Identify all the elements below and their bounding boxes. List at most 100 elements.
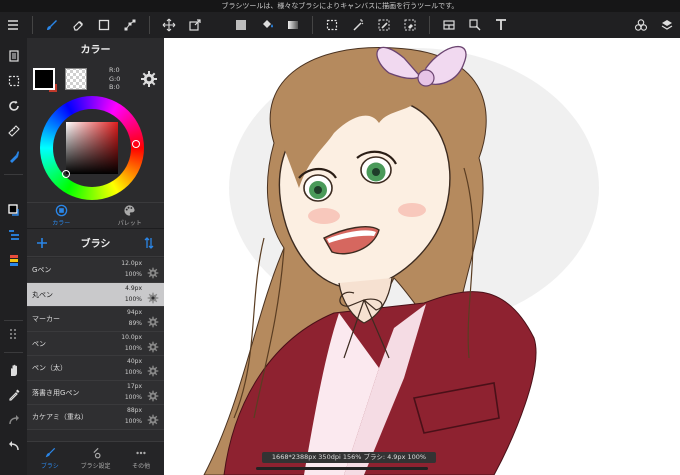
tab-more-label: その他	[132, 463, 151, 470]
brush-name: ペン（太）	[32, 364, 67, 372]
ruler-icon[interactable]	[0, 119, 27, 143]
text-icon[interactable]	[488, 12, 514, 38]
brush-item[interactable]: 落書き用Gペン 17px 100%	[27, 380, 164, 405]
brush-item[interactable]: カケアミ（重ね） 88px 100%	[27, 405, 164, 430]
brush-gear-icon[interactable]	[147, 313, 159, 328]
artwork-illustration	[203, 46, 599, 475]
brush-size: 17px	[127, 382, 142, 390]
brush-panel-title: ブラシ	[80, 239, 111, 250]
brush-size: 12.0px	[121, 260, 142, 267]
export-icon[interactable]	[182, 12, 208, 38]
transform-nodes-icon[interactable]	[117, 12, 143, 38]
brush-list-icon[interactable]	[0, 223, 27, 247]
rotate-icon[interactable]	[0, 94, 27, 118]
brush-item[interactable]: 丸ペン 4.9px 100%	[27, 282, 164, 307]
hue-knob[interactable]	[132, 140, 140, 148]
add-brush-plus-icon[interactable]	[35, 236, 49, 250]
color-settings-gear-icon[interactable]	[140, 70, 158, 88]
tab-color-label: カラー	[52, 220, 71, 227]
layer-colors-icon[interactable]	[0, 248, 27, 272]
fill-color-icon[interactable]	[228, 12, 254, 38]
brush-gear-icon[interactable]	[147, 264, 159, 279]
hand-icon[interactable]	[0, 358, 27, 382]
brush-gear-icon[interactable]	[147, 411, 159, 426]
tab-more[interactable]: その他	[118, 442, 164, 475]
move-icon[interactable]	[156, 12, 182, 38]
color-panel-title: カラー	[80, 45, 111, 56]
brush-gear-icon[interactable]	[147, 387, 159, 401]
color-swatch-icon[interactable]	[0, 198, 27, 222]
fill-drop-icon[interactable]	[0, 144, 27, 168]
layout-icon[interactable]	[436, 12, 462, 38]
selection-icon[interactable]	[0, 69, 27, 93]
selection-rect-icon[interactable]	[319, 12, 345, 38]
square-tool-icon[interactable]	[91, 12, 117, 38]
tab-brush-settings[interactable]: ブラシ設定	[73, 442, 119, 475]
hue-wheel[interactable]	[40, 96, 144, 200]
brush-bottom-tabs: ブラシ ブラシ設定 その他	[27, 441, 164, 475]
text-transform-icon[interactable]	[462, 12, 488, 38]
brush-item[interactable]: Gペン 12.0px 100%	[27, 258, 164, 283]
top-toolbar	[0, 12, 680, 38]
undo-icon[interactable]	[0, 434, 27, 458]
sort-arrows-icon[interactable]	[142, 236, 156, 250]
home-indicator[interactable]	[256, 467, 428, 470]
brush-item[interactable]: マーカー 94px 89%	[27, 307, 164, 332]
materials-icon[interactable]	[628, 12, 654, 38]
eyedropper-icon[interactable]	[0, 383, 27, 407]
menu-icon[interactable]	[0, 12, 26, 38]
sub-color-swatch[interactable]	[65, 68, 87, 90]
gradient-icon[interactable]	[280, 12, 306, 38]
brush-gear-icon[interactable]	[147, 289, 159, 303]
brush-size: 94px	[127, 309, 142, 316]
grid-icon[interactable]	[0, 322, 27, 346]
brush-name: ペン	[32, 339, 46, 348]
brush-icon	[45, 447, 55, 458]
g-value: G:0	[109, 74, 121, 83]
tab-brush-settings-label: ブラシ設定	[80, 463, 111, 470]
tab-color[interactable]: カラー	[27, 203, 96, 228]
brush-item[interactable]: ペン 10.0px 100%	[27, 331, 164, 356]
b-value: B:0	[109, 83, 120, 91]
brush-size: 88px	[127, 407, 142, 414]
brush-opacity: 100%	[124, 344, 142, 352]
drawing-canvas[interactable]	[164, 38, 680, 475]
saturation-value-square[interactable]	[66, 122, 118, 174]
magic-wand-icon[interactable]	[345, 12, 371, 38]
brush-opacity: 100%	[124, 271, 142, 278]
brush-name: カケアミ（重ね）	[32, 413, 88, 421]
toolbar-divider	[149, 16, 150, 34]
tab-palette[interactable]: パレット	[96, 203, 165, 228]
select-eraser-icon[interactable]	[397, 12, 423, 38]
brush-item[interactable]: ペン（太） 40px 100%	[27, 356, 164, 381]
brush-name: マーカー	[32, 315, 60, 323]
brush-panel: ブラシ Gペン 12.0px 100% 丸ペン 4.9px 100% マーカー 94px 89%…	[27, 229, 164, 475]
layers-icon[interactable]	[654, 12, 680, 38]
rail-divider	[4, 174, 23, 175]
toolbar-divider	[312, 16, 313, 34]
ribbon-knot	[417, 69, 435, 87]
sv-knob[interactable]	[62, 170, 70, 178]
eye-right-pupil	[372, 168, 380, 176]
brush-gear-icon[interactable]	[147, 362, 159, 377]
eye-left-pupil	[314, 186, 322, 194]
rgb-readout: R:0 G:0 B:0	[109, 66, 120, 92]
toolbar-divider	[32, 16, 33, 34]
eraser-tool-icon[interactable]	[65, 12, 91, 38]
brush-panel-header: ブラシ	[27, 229, 164, 257]
brush-size: 40px	[127, 358, 142, 365]
tab-brush-label: ブラシ	[40, 463, 59, 470]
main-color-swatch[interactable]	[33, 68, 57, 92]
brush-tool-icon[interactable]	[39, 12, 65, 38]
tab-brush[interactable]: ブラシ	[27, 442, 73, 475]
left-tool-rail	[0, 38, 27, 475]
redo-icon[interactable]	[0, 408, 27, 432]
pages-icon[interactable]	[0, 44, 27, 68]
status-message: ブラシツールは、様々なブラシによりキャンバスに描画を行うツールです。	[0, 0, 680, 12]
r-value: R:0	[109, 66, 120, 74]
bucket-icon[interactable]	[254, 12, 280, 38]
brush-gear-icon[interactable]	[147, 338, 159, 352]
app-window: ブラシツールは、様々なブラシによりキャンバスに描画を行うツールです。 カラー R…	[0, 0, 680, 475]
select-pen-icon[interactable]	[371, 12, 397, 38]
brush-name: Gペン	[32, 266, 52, 274]
